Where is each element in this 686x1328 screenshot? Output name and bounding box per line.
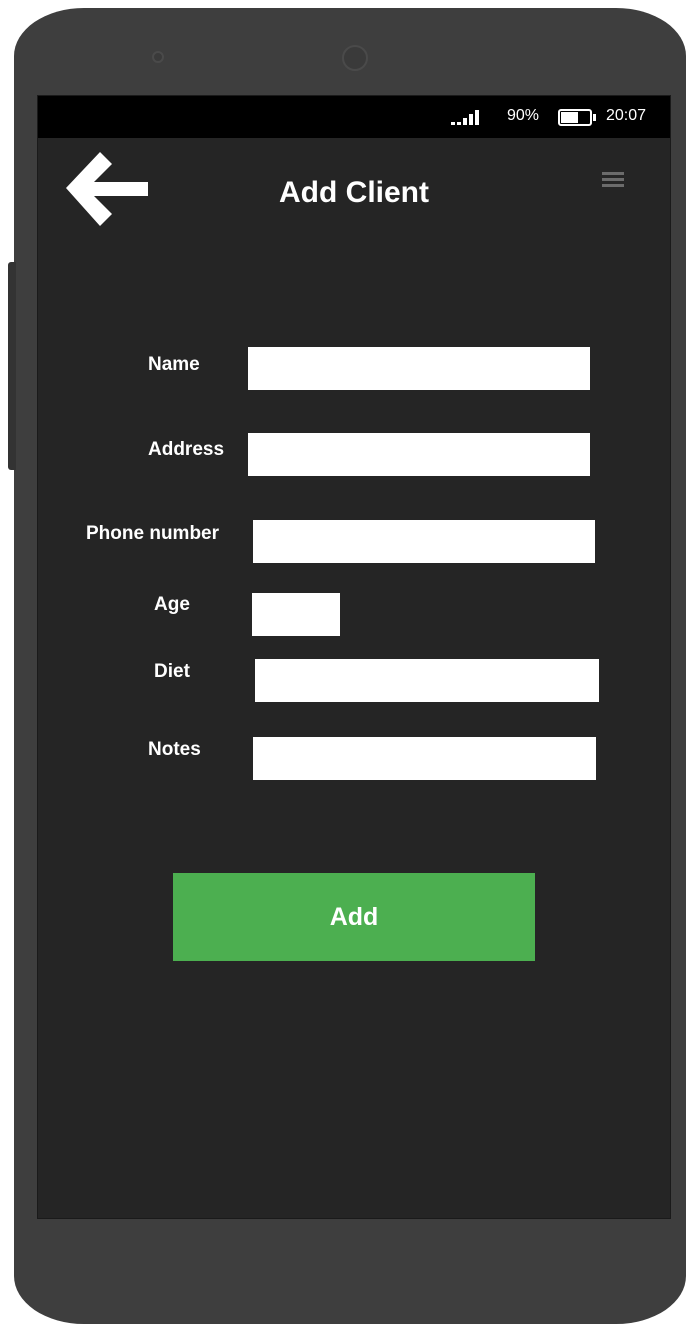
battery-fill	[561, 112, 578, 123]
battery-tip	[593, 114, 596, 121]
app-screen: 90% 20:07 Add Client Name Address Phone …	[37, 95, 671, 1219]
diet-label: Diet	[154, 661, 190, 682]
add-button[interactable]: Add	[173, 873, 535, 961]
diet-input[interactable]	[255, 659, 599, 702]
battery-icon	[558, 109, 596, 126]
page-title: Add Client	[279, 176, 429, 209]
name-input[interactable]	[248, 347, 590, 390]
notes-label: Notes	[148, 739, 201, 760]
status-time: 20:07	[606, 107, 647, 124]
status-bar: 90% 20:07	[38, 96, 670, 138]
front-camera	[342, 45, 368, 71]
battery-percent: 90%	[507, 107, 540, 124]
notes-input[interactable]	[253, 737, 596, 780]
address-label: Address	[148, 439, 225, 460]
phone-number-label: Phone number	[86, 523, 220, 544]
name-label: Name	[148, 354, 200, 375]
phone-side-button	[8, 262, 16, 470]
address-input[interactable]	[248, 433, 590, 476]
age-input[interactable]	[252, 593, 340, 636]
menu-button[interactable]	[598, 168, 630, 196]
age-label: Age	[154, 594, 190, 615]
front-sensor	[152, 51, 164, 63]
hamburger-menu-icon	[602, 172, 624, 187]
phone-number-input[interactable]	[253, 520, 595, 563]
signal-bars-icon	[451, 109, 479, 125]
